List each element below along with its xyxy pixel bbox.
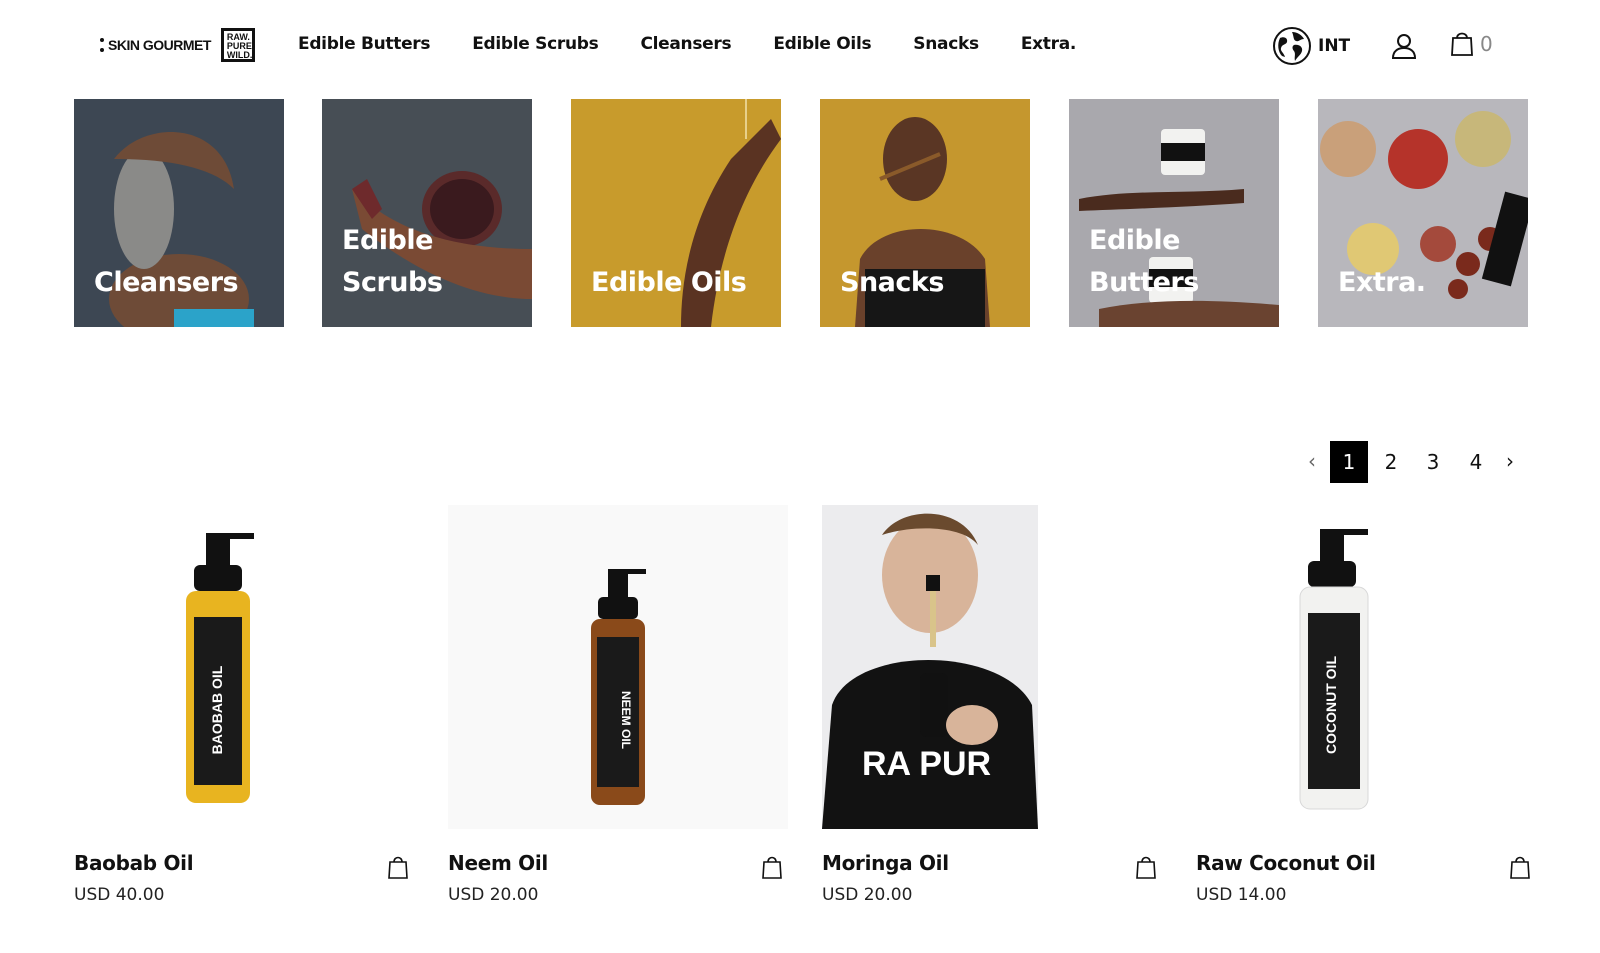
user-icon[interactable] bbox=[1390, 32, 1418, 60]
category-label: Extra. bbox=[1338, 267, 1426, 298]
product-card[interactable]: RA PUR Moringa Oil USD 20.00 bbox=[822, 505, 1162, 905]
bottle-label-text: COCONUT OIL bbox=[1323, 656, 1339, 754]
coconut-oil-bottle: COCONUT OIL bbox=[1196, 505, 1536, 829]
category-tile-snacks[interactable]: Snacks bbox=[820, 99, 1030, 327]
product-price: USD 20.00 bbox=[448, 885, 539, 905]
cart-count[interactable]: 0 bbox=[1480, 32, 1493, 56]
category-label-line1: Edible bbox=[342, 225, 433, 256]
product-price: USD 14.00 bbox=[1196, 885, 1287, 905]
category-tile-edible-butters[interactable]: Edible Butters bbox=[1069, 99, 1279, 327]
pagination-prev[interactable]: ‹ bbox=[1308, 449, 1316, 473]
add-to-cart-icon[interactable] bbox=[387, 855, 409, 879]
pagination-page-3[interactable]: 3 bbox=[1414, 441, 1452, 483]
pagination-page-4[interactable]: 4 bbox=[1457, 441, 1495, 483]
category-tiles: Cleansers Edible Scrubs Edible Oils Snac… bbox=[74, 99, 1534, 327]
category-label: Snacks bbox=[840, 267, 944, 298]
category-label-line2: Scrubs bbox=[342, 267, 443, 298]
bottle-label-text: BAOBAB OIL bbox=[209, 665, 225, 754]
product-card[interactable]: COCONUT OIL Raw Coconut Oil USD 14.00 bbox=[1196, 505, 1536, 905]
add-to-cart-icon[interactable] bbox=[761, 855, 783, 879]
region-selector[interactable]: INT bbox=[1318, 36, 1350, 56]
category-tile-edible-oils[interactable]: Edible Oils bbox=[571, 99, 781, 327]
product-name[interactable]: Raw Coconut Oil bbox=[1196, 851, 1376, 875]
category-tile-extra[interactable]: Extra. bbox=[1318, 99, 1528, 327]
shirt-print: RA PUR bbox=[862, 745, 991, 783]
pagination-page-2[interactable]: 2 bbox=[1372, 441, 1410, 483]
product-card[interactable]: NEEM OIL Neem Oil USD 20.00 bbox=[448, 505, 788, 905]
shopping-bag-icon[interactable] bbox=[1450, 30, 1474, 56]
product-image[interactable]: NEEM OIL bbox=[448, 505, 788, 829]
category-label: Edible Oils bbox=[591, 267, 747, 298]
product-image[interactable]: COCONUT OIL bbox=[1196, 505, 1536, 829]
product-price: USD 40.00 bbox=[74, 885, 165, 905]
header-tools: INT 0 bbox=[0, 22, 1600, 72]
moringa-oil-photo: RA PUR bbox=[822, 505, 1162, 829]
product-name[interactable]: Moringa Oil bbox=[822, 851, 949, 875]
pagination-next[interactable]: › bbox=[1506, 449, 1514, 473]
globe-icon[interactable] bbox=[1272, 26, 1312, 66]
product-card[interactable]: BAOBAB OIL Baobab Oil USD 40.00 bbox=[74, 505, 414, 905]
product-price: USD 20.00 bbox=[822, 885, 913, 905]
product-name[interactable]: Neem Oil bbox=[448, 851, 548, 875]
add-to-cart-icon[interactable] bbox=[1509, 855, 1531, 879]
category-label-line1: Edible bbox=[1089, 225, 1180, 256]
baobab-oil-bottle: BAOBAB OIL bbox=[74, 505, 414, 829]
neem-oil-bottle: NEEM OIL bbox=[448, 505, 788, 829]
category-tile-edible-scrubs[interactable]: Edible Scrubs bbox=[322, 99, 532, 327]
product-image[interactable]: BAOBAB OIL bbox=[74, 505, 414, 829]
category-label-line2: Butters bbox=[1089, 267, 1199, 298]
add-to-cart-icon[interactable] bbox=[1135, 855, 1157, 879]
pagination-page-1[interactable]: 1 bbox=[1330, 441, 1368, 483]
product-image[interactable]: RA PUR bbox=[822, 505, 1162, 829]
category-tile-cleansers[interactable]: Cleansers bbox=[74, 99, 284, 327]
category-label: Cleansers bbox=[94, 267, 239, 298]
site-header: SKIN GOURMET RAW. PURE. WILD. Edible But… bbox=[0, 0, 1600, 90]
product-name[interactable]: Baobab Oil bbox=[74, 851, 194, 875]
bottle-label-text: NEEM OIL bbox=[619, 691, 633, 749]
